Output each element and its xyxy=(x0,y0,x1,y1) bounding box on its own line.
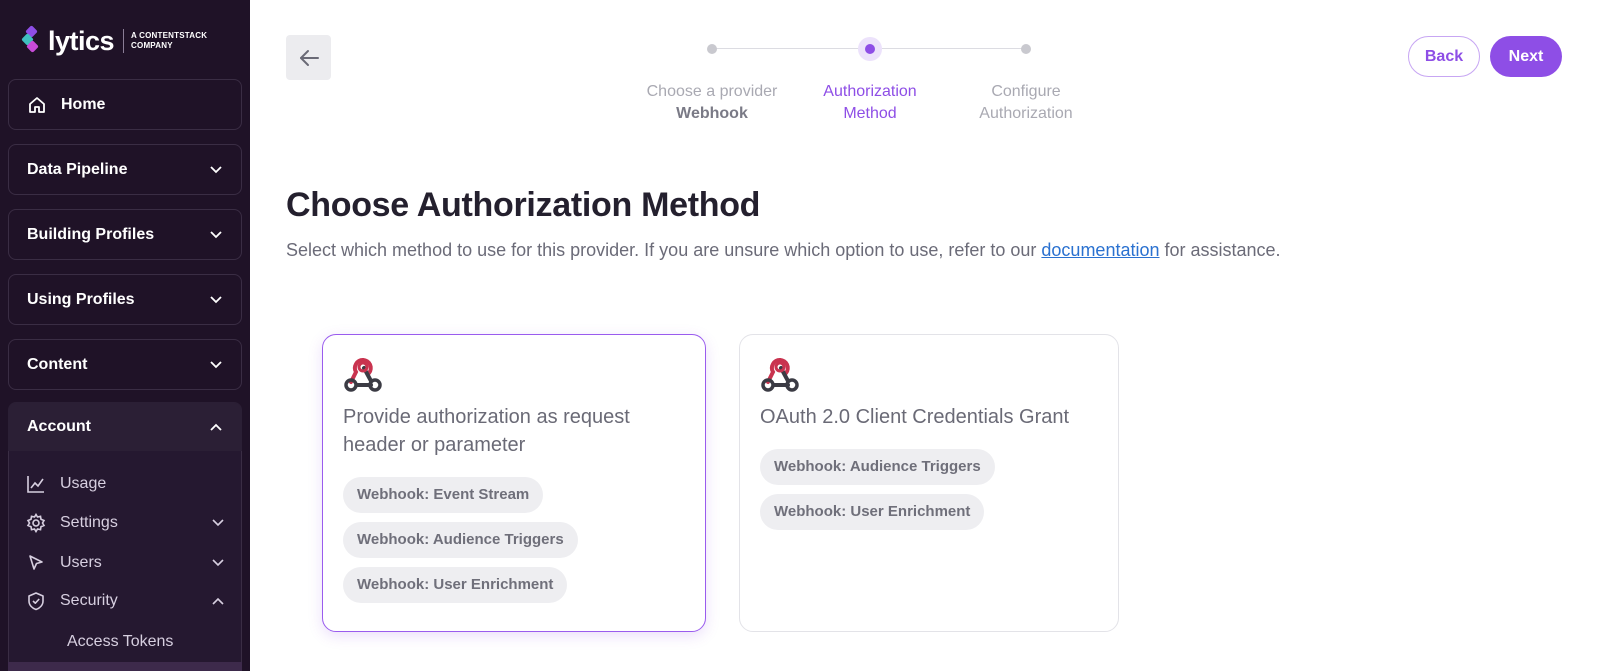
stepper-connector xyxy=(870,48,1026,49)
nav-label-building-profiles: Building Profiles xyxy=(27,225,155,243)
gear-icon xyxy=(26,513,46,533)
nav-item-using-profiles[interactable]: Using Profiles xyxy=(8,274,242,325)
step-dot-method xyxy=(865,44,875,54)
chevron-down-icon xyxy=(209,228,223,242)
step-configure-authorization: Configure Authorization xyxy=(979,83,1073,122)
back-arrow-button[interactable] xyxy=(286,35,331,80)
nav-item-home[interactable]: Home xyxy=(8,79,242,130)
nav-item-data-pipeline[interactable]: Data Pipeline xyxy=(8,144,242,195)
step-dot-provider xyxy=(707,44,717,54)
nav-label-account: Account xyxy=(27,418,91,435)
nav-item-building-profiles[interactable]: Building Profiles xyxy=(8,209,242,260)
auth-method-card-oauth[interactable]: OAuth 2.0 Client Credentials Grant Webho… xyxy=(739,334,1119,632)
chevron-down-icon xyxy=(212,514,224,532)
tag-audience-triggers: Webhook: Audience Triggers xyxy=(760,449,995,485)
stepper-connector xyxy=(712,48,870,49)
cursor-icon xyxy=(26,553,46,573)
sidebar-item-label: Usage xyxy=(60,475,107,492)
sidebar-item-label: Users xyxy=(60,554,102,571)
step-authorization-method: Authorization Method xyxy=(823,83,917,122)
next-button[interactable]: Next xyxy=(1490,36,1562,77)
nav-label-using-profiles: Using Profiles xyxy=(27,290,135,308)
logo-wordmark: lytics xyxy=(48,25,115,56)
chevron-down-icon xyxy=(212,554,224,572)
sidebar-item-label: Security xyxy=(60,592,118,609)
lytics-logo-mark-icon xyxy=(21,25,42,55)
card-title: Provide authorization as request header … xyxy=(343,406,630,456)
lytics-logo[interactable]: lytics A CONTENTSTACK COMPANY xyxy=(21,25,208,56)
sidebar-item-security[interactable]: Security xyxy=(26,587,226,615)
chevron-up-icon xyxy=(212,592,224,610)
sidebar-item-users[interactable]: Users xyxy=(26,549,226,577)
chevron-down-icon xyxy=(209,163,223,177)
tag-event-stream: Webhook: Event Stream xyxy=(343,477,544,513)
sidebar-item-label: Settings xyxy=(60,514,118,531)
webhook-icon xyxy=(343,355,383,393)
chevron-up-icon xyxy=(209,420,223,434)
logo-divider xyxy=(123,29,125,53)
step-choose-provider[interactable]: Choose a provider Webhook xyxy=(627,81,797,125)
nav-label-home: Home xyxy=(61,95,106,113)
page-description: Select which method to use for this prov… xyxy=(286,240,1281,260)
chevron-down-icon xyxy=(209,358,223,372)
chart-icon xyxy=(26,474,46,494)
sidebar: lytics A CONTENTSTACK COMPANY Home Data P… xyxy=(0,0,250,671)
tag-user-enrichment: Webhook: User Enrichment xyxy=(343,567,568,603)
sidebar-item-access-tokens[interactable]: Access Tokens xyxy=(67,633,173,651)
auth-method-card-header-parameter[interactable]: Provide authorization as request header … xyxy=(322,334,706,632)
page-title: Choose Authorization Method xyxy=(286,186,761,224)
chevron-down-icon xyxy=(209,293,223,307)
nav-label-content: Content xyxy=(27,355,88,373)
home-icon xyxy=(27,95,47,115)
card-title: OAuth 2.0 Client Credentials Grant xyxy=(760,406,1070,428)
sidebar-item-settings[interactable]: Settings xyxy=(26,509,226,537)
shield-icon xyxy=(26,591,46,611)
tag-user-enrichment: Webhook: User Enrichment xyxy=(760,494,985,530)
sidebar-item-usage[interactable]: Usage xyxy=(26,470,226,498)
back-button[interactable]: Back xyxy=(1408,36,1480,77)
tag-audience-triggers: Webhook: Audience Triggers xyxy=(343,522,578,558)
sidebar-active-item[interactable] xyxy=(8,662,242,671)
arrow-left-icon xyxy=(298,49,320,67)
step-dot-configure xyxy=(1021,44,1031,54)
logo-subtitle: A CONTENTSTACK COMPANY xyxy=(131,31,208,50)
nav-item-content[interactable]: Content xyxy=(8,339,242,390)
step-value: Webhook xyxy=(676,105,748,122)
documentation-link[interactable]: documentation xyxy=(1041,240,1159,260)
nav-label-data-pipeline: Data Pipeline xyxy=(27,160,128,178)
webhook-icon xyxy=(760,355,800,393)
nav-item-account[interactable]: Account xyxy=(8,402,242,452)
